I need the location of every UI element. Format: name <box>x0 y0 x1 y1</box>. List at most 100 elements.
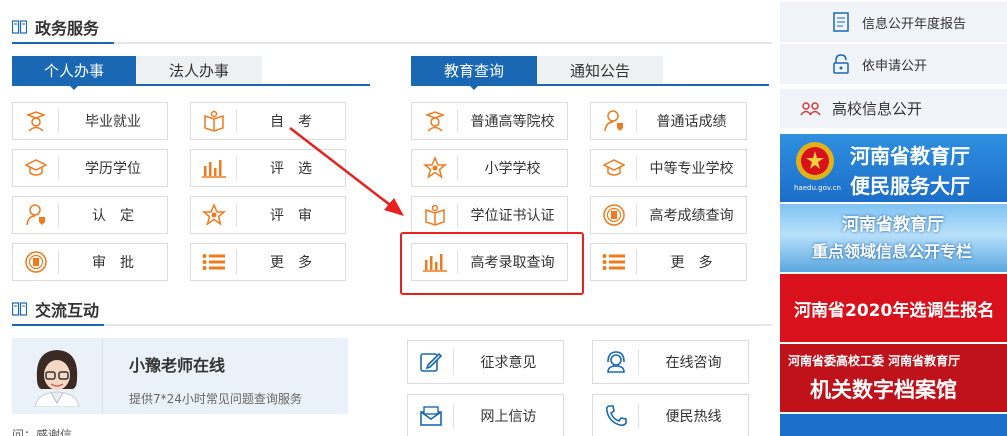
service-button[interactable]: 更 多 <box>190 243 346 281</box>
star-icon <box>412 156 458 180</box>
interaction-button-label: 征求意见 <box>480 355 537 371</box>
document-icon <box>833 12 849 32</box>
interaction-button-label: 便民热线 <box>665 409 722 425</box>
emblem-icon <box>796 142 834 180</box>
right-tabs: 教育查询 通知公告 <box>411 56 663 90</box>
section-title-text: 交流互动 <box>35 301 100 320</box>
interaction-button[interactable]: 便民热线 <box>592 394 749 436</box>
left-tabs: 个人办事 法人办事 <box>12 56 262 90</box>
bar-chart-icon <box>191 156 237 180</box>
banner-service-hall[interactable]: 河南省教育厅 便民服务大厅 haedu.gov.cn <box>780 134 1007 202</box>
book-icon <box>12 302 27 316</box>
query-button-label: 高考录取查询 <box>470 255 555 271</box>
sidebar-header-text: 高校信息公开 <box>832 100 923 118</box>
stamp-icon <box>591 203 637 227</box>
query-button-label: 普通高等院校 <box>470 114 555 130</box>
query-button[interactable]: 普通话成绩 <box>590 102 747 140</box>
teacher-avatar <box>12 338 102 414</box>
phone-icon <box>593 403 639 429</box>
annotation-arrow <box>289 127 404 216</box>
person-badge-icon <box>13 203 59 227</box>
query-button[interactable]: 中等专业学校 <box>590 149 747 187</box>
service-button-label: 毕业就业 <box>85 114 141 130</box>
stamp-icon <box>13 250 59 274</box>
query-button-label: 更 多 <box>670 255 713 271</box>
service-button[interactable]: 毕业就业 <box>12 102 168 140</box>
query-button-label: 学位证书认证 <box>470 208 555 224</box>
sidebar: 信息公开年度报告 依申请公开 高校信息公开 河南省教育厅 便民服务大厅 haed… <box>780 0 1007 436</box>
book-open-icon <box>191 109 237 133</box>
avatar-icon <box>34 350 80 407</box>
query-button[interactable]: 小学学校 <box>411 149 568 187</box>
banner-sub: haedu.gov.cn <box>794 184 841 192</box>
list-icon <box>191 250 237 274</box>
book-open-icon <box>412 203 458 227</box>
banner-selection-registration[interactable]: 河南省2020年选调生报名 <box>780 274 1007 342</box>
service-button-label: 学历学位 <box>85 161 141 177</box>
online-teacher-card[interactable]: 小豫老师在线 提供7*24小时常见问题查询服务 <box>12 338 348 414</box>
section-title-gov-services: 政务服务 <box>12 14 99 40</box>
people-icon <box>800 101 821 115</box>
service-button[interactable]: 认 定 <box>12 196 168 234</box>
query-button[interactable]: 学位证书认证 <box>411 196 568 234</box>
book-icon <box>12 20 27 34</box>
tab-underline <box>12 84 370 86</box>
tab-education-query[interactable]: 教育查询 <box>411 56 537 90</box>
sidebar-item-apply-disclosure[interactable]: 依申请公开 <box>780 44 1007 84</box>
teacher-name: 小豫老师在线 <box>129 356 226 375</box>
tab-personal[interactable]: 个人办事 <box>12 56 136 90</box>
query-button-label: 小学学校 <box>484 161 541 177</box>
banner-line2: 重点领域信息公开专栏 <box>812 242 973 261</box>
interaction-button[interactable]: 征求意见 <box>407 340 564 384</box>
person-badge-icon <box>591 109 637 133</box>
section-title-text: 政务服务 <box>35 19 100 38</box>
banner-line1: 河南省2020年选调生报名 <box>794 301 995 321</box>
banner-line1: 河南省教育厅 <box>842 215 944 235</box>
star-icon <box>191 203 237 227</box>
sidebar-item-label: 信息公开年度报告 <box>862 16 967 32</box>
edit-icon <box>408 349 454 375</box>
query-button-label: 高考成绩查询 <box>649 208 734 224</box>
service-button-label: 审 批 <box>92 255 134 271</box>
mortarboard-icon <box>13 156 59 180</box>
lock-icon <box>833 54 849 74</box>
section-title-interaction: 交流互动 <box>12 296 99 322</box>
tab-legal-entity[interactable]: 法人办事 <box>136 56 262 84</box>
service-button[interactable]: 审 批 <box>12 243 168 281</box>
banner-line2: 机关数字档案馆 <box>810 377 957 402</box>
banner-line1: 河南省教育厅 <box>850 144 970 168</box>
banner-digital-archive[interactable]: 河南省委高校工委 河南省教育厅 机关数字档案馆 <box>780 344 1007 412</box>
section-divider <box>12 324 772 326</box>
tab-underline <box>411 84 769 86</box>
list-icon <box>591 250 637 274</box>
service-button[interactable]: 学历学位 <box>12 149 168 187</box>
service-button-label: 认 定 <box>92 208 134 224</box>
interaction-button[interactable]: 在线咨询 <box>592 340 749 384</box>
sidebar-item-label: 依申请公开 <box>862 58 928 74</box>
query-button[interactable]: 高考录取查询 <box>411 243 568 281</box>
service-button-label: 更 多 <box>270 255 312 271</box>
interaction-button[interactable]: 网上信访 <box>407 394 564 436</box>
mortarboard-icon <box>591 156 637 180</box>
graduate-icon <box>412 109 458 133</box>
banner-line2: 便民服务大厅 <box>850 174 970 198</box>
banner-key-areas[interactable]: 河南省教育厅 重点领域信息公开专栏 <box>780 204 1007 272</box>
sidebar-item-annual-report[interactable]: 信息公开年度报告 <box>780 2 1007 42</box>
qa-preview[interactable]: 问：感谢信 <box>12 426 72 436</box>
query-button[interactable]: 高考成绩查询 <box>590 196 747 234</box>
query-button-label: 中等专业学校 <box>649 161 734 177</box>
sidebar-header[interactable]: 高校信息公开 <box>780 88 1007 128</box>
headset-icon <box>593 349 639 375</box>
graduate-icon <box>13 109 59 133</box>
tab-notices[interactable]: 通知公告 <box>537 56 663 84</box>
banner-line1: 河南省委高校工委 河南省教育厅 <box>788 354 961 368</box>
query-button[interactable]: 普通高等院校 <box>411 102 568 140</box>
interaction-button-label: 网上信访 <box>480 409 537 425</box>
interaction-button-label: 在线咨询 <box>665 355 722 371</box>
teacher-desc: 提供7*24小时常见问题查询服务 <box>129 392 302 406</box>
section-divider <box>12 42 772 44</box>
query-button-label: 普通话成绩 <box>656 114 727 130</box>
mail-icon <box>408 403 454 429</box>
query-button[interactable]: 更 多 <box>590 243 747 281</box>
banner-partial[interactable] <box>780 414 1007 436</box>
